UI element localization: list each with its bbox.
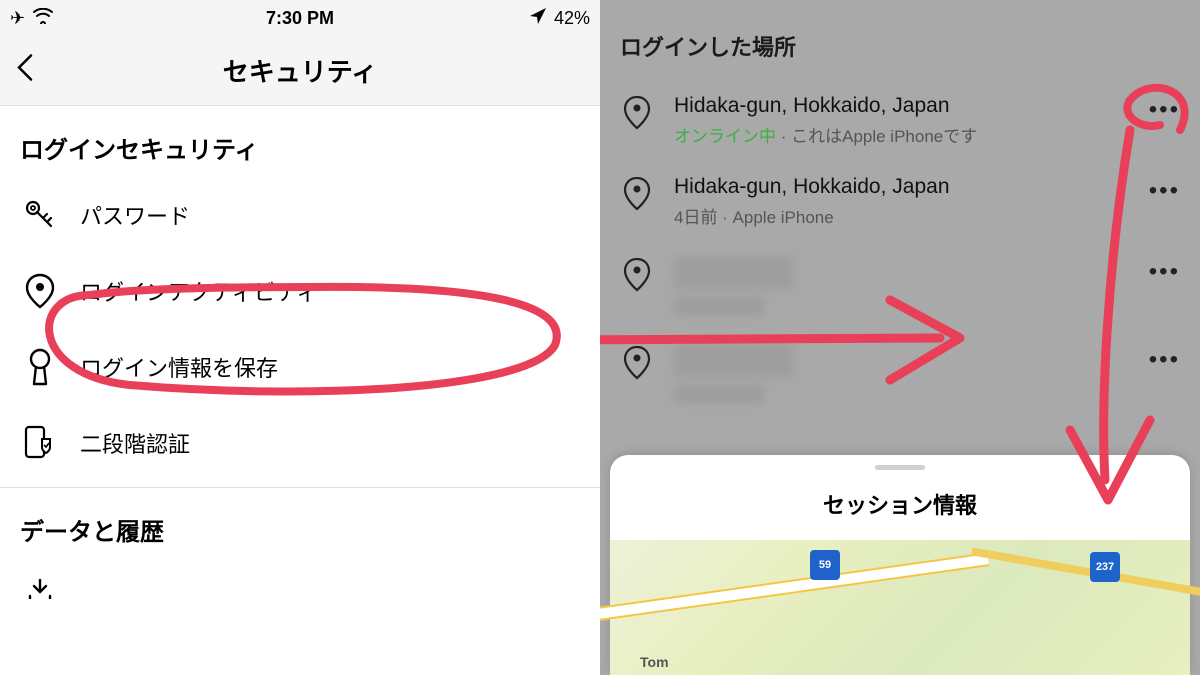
session-location: Hidaka-gun, Hokkaido, Japan	[674, 175, 1129, 199]
row-save-login-label: ログイン情報を保存	[80, 351, 278, 383]
sheet-title: セッション情報	[823, 488, 977, 520]
redacted-text	[674, 296, 764, 316]
row-data-partial[interactable]	[0, 559, 600, 599]
page-title: セキュリティ	[223, 52, 377, 89]
nav-header: セキュリティ	[0, 36, 600, 106]
location-pin-icon	[22, 273, 58, 309]
redacted-text	[674, 344, 794, 378]
location-pin-icon	[620, 346, 654, 380]
session-sub: 4日前 · Apple iPhone	[674, 203, 1129, 228]
location-pin-icon	[620, 177, 654, 211]
location-pin-icon	[620, 96, 654, 130]
section-login-security: ログインセキュリティ	[0, 106, 600, 177]
security-settings-screen: ✈ 7:30 PM 42% セキュリティ ログインセキュリティ パスワード ログ…	[0, 0, 600, 675]
row-password-label: パスワード	[80, 199, 190, 231]
more-icon[interactable]: •••	[1149, 258, 1180, 286]
sheet-handle[interactable]	[875, 465, 925, 470]
map-city-label: Tom	[640, 654, 669, 670]
more-icon[interactable]: •••	[1149, 177, 1180, 205]
download-icon	[22, 579, 58, 599]
row-password[interactable]: パスワード	[0, 177, 600, 253]
redacted-text	[674, 384, 764, 404]
row-login-activity-label: ログインアクティビティ	[80, 275, 318, 307]
session-row-redacted[interactable]: •••	[600, 242, 1200, 330]
row-login-activity[interactable]: ログインアクティビティ	[0, 253, 600, 329]
key-icon	[22, 197, 58, 233]
session-sub: オンライン中 · これはApple iPhoneです	[674, 122, 1129, 147]
keyhole-icon	[22, 349, 58, 385]
row-two-factor[interactable]: 二段階認証	[0, 405, 600, 481]
more-icon[interactable]: •••	[1149, 346, 1180, 374]
route-shield: 237	[1090, 552, 1120, 582]
redacted-text	[674, 256, 794, 290]
location-pin-icon	[620, 258, 654, 292]
login-locations-header: ログインした場所	[600, 0, 1200, 80]
session-row-redacted[interactable]: •••	[600, 330, 1200, 418]
status-bar: ✈ 7:30 PM 42%	[0, 0, 600, 36]
session-row-current[interactable]: Hidaka-gun, Hokkaido, Japan オンライン中 · これは…	[600, 80, 1200, 161]
section-data-history: データと履歴	[0, 488, 600, 559]
row-save-login[interactable]: ログイン情報を保存	[0, 329, 600, 405]
more-icon[interactable]: •••	[1149, 96, 1180, 124]
back-button[interactable]	[16, 53, 36, 88]
login-activity-screen: ログインした場所 Hidaka-gun, Hokkaido, Japan オンラ…	[600, 0, 1200, 675]
session-info-sheet[interactable]: セッション情報 59 237 Tom	[610, 455, 1190, 675]
status-time: 7:30 PM	[0, 8, 600, 29]
route-shield: 59	[810, 550, 840, 580]
row-two-factor-label: 二段階認証	[80, 427, 190, 459]
session-map[interactable]: 59 237 Tom	[610, 540, 1190, 675]
phone-shield-icon	[22, 425, 58, 461]
session-row[interactable]: Hidaka-gun, Hokkaido, Japan 4日前 · Apple …	[600, 161, 1200, 242]
session-location: Hidaka-gun, Hokkaido, Japan	[674, 94, 1129, 118]
